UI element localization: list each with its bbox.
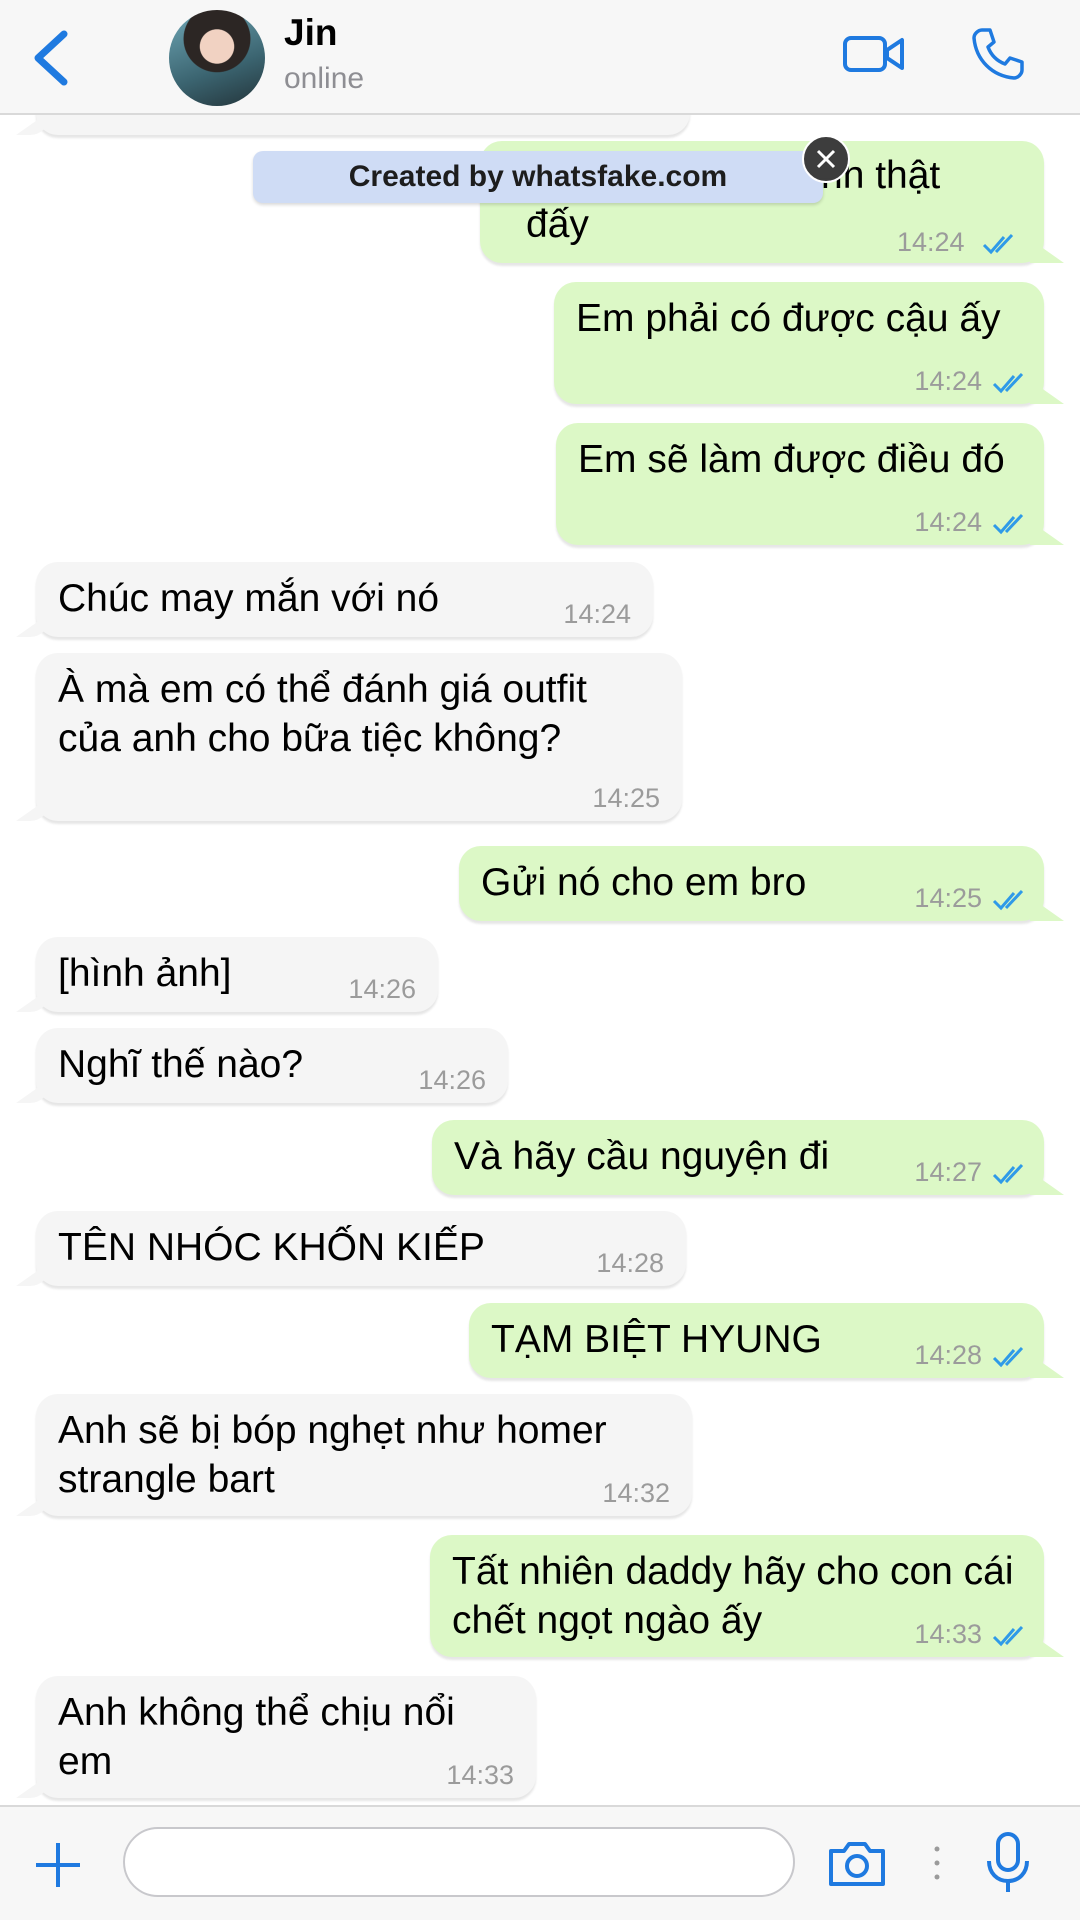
message-time: 14:28 [596,1248,664,1278]
message-meta: 14:27 [914,1157,1030,1187]
double-check-icon [983,233,1014,255]
close-icon[interactable] [802,135,850,183]
message-text: TÊN NHÓC KHỐN KIẾP [58,1226,485,1269]
message-meta: 14:33 [914,1619,1030,1649]
message-bubble-outgoing[interactable]: Và hãy cầu nguyện đi 14:27 [432,1120,1044,1195]
message-text: Anh không thể chịu nổi em [58,1691,455,1783]
plus-icon[interactable] [34,1837,82,1893]
message-list[interactable]: nh thật đấy 14:24 Em phải có được cậu ấy… [0,115,1080,1805]
message-bubble-incoming[interactable]: Nghĩ thế nào? 14:26 [36,1028,508,1103]
message-bubble-incoming[interactable]: Chúc may mắn với nó 14:24 [36,562,653,637]
message-time: 14:26 [418,1065,486,1095]
contact-name[interactable]: Jin [284,12,337,54]
message-meta: 14:32 [602,1478,670,1508]
message-time: 14:25 [592,783,660,813]
message-time: 14:25 [914,883,982,913]
double-check-icon [992,513,1024,535]
message-text: Chúc may mắn với nó [58,577,440,620]
double-check-icon [992,1163,1024,1185]
message-meta: 14:25 [914,883,1030,913]
message-meta: 14:26 [418,1065,486,1095]
phone-icon[interactable] [970,26,1026,82]
message-meta: 14:24 [563,599,631,629]
double-check-icon [992,889,1024,911]
message-time: 14:24 [914,507,982,537]
message-meta: 14:25 [592,783,660,813]
avatar[interactable] [169,10,265,106]
microphone-icon[interactable] [985,1831,1031,1895]
message-bubble-outgoing[interactable]: Em sẽ làm được điều đó 14:24 [556,423,1044,545]
watermark-banner: Created by whatsfake.com [253,151,823,203]
message-time: 14:24 [563,599,631,629]
message-bubble-outgoing[interactable]: TẠM BIỆT HYUNG 14:28 [469,1303,1044,1378]
message-bubble-incoming[interactable]: [hình ảnh] 14:26 [36,937,438,1012]
message-meta: 14:24 [897,227,1020,257]
composer-bar [0,1805,1080,1920]
message-meta: 14:33 [446,1760,514,1790]
message-time: 14:33 [446,1760,514,1790]
message-time: 14:24 [914,366,982,396]
camera-icon[interactable] [826,1839,888,1889]
message-bubble-outgoing[interactable]: Em phải có được cậu ấy 14:24 [554,282,1044,404]
message-text: Anh sẽ bị bóp nghẹt như homer strangle b… [58,1409,607,1501]
message-bubble-incoming[interactable]: TÊN NHÓC KHỐN KIẾP 14:28 [36,1211,686,1286]
message-text: Em sẽ làm được điều đó [578,438,1005,481]
separator-dots [934,1846,940,1880]
chat-header: Jin online [0,0,1080,115]
message-text: Em phải có được cậu ấy [576,297,1001,340]
message-time: 14:32 [602,1478,670,1508]
double-check-icon [992,1625,1024,1647]
message-meta: 14:28 [914,1340,1030,1370]
message-meta: 14:24 [914,366,1030,396]
message-bubble-outgoing[interactable]: Tất nhiên daddy hãy cho con cái chết ngọ… [430,1535,1044,1657]
message-meta: 14:28 [596,1248,664,1278]
message-bubble-incoming[interactable]: À mà em có thể đánh giá outfit của anh c… [36,653,682,821]
contact-status: online [284,62,365,95]
message-meta: 14:24 [914,507,1030,537]
message-input[interactable] [123,1827,795,1897]
message-time: 14:33 [914,1619,982,1649]
double-check-icon [992,1346,1024,1368]
message-bubble-incoming[interactable]: Anh không thể chịu nổi em 14:33 [36,1676,536,1798]
back-icon[interactable] [26,28,76,88]
message-time: 14:28 [914,1340,982,1370]
message-text: À mà em có thể đánh giá outfit của anh c… [58,668,587,760]
message-meta: 14:26 [348,974,416,1004]
message-bubble-incoming[interactable] [36,115,690,135]
message-time: 14:27 [914,1157,982,1187]
message-time: 14:26 [348,974,416,1004]
message-bubble-outgoing[interactable]: Gửi nó cho em bro 14:25 [459,846,1044,921]
double-check-icon [992,372,1024,394]
message-bubble-incoming[interactable]: Anh sẽ bị bóp nghẹt như homer strangle b… [36,1394,692,1516]
message-text: đấy [526,203,589,246]
video-call-icon[interactable] [842,30,906,78]
message-time: 14:24 [897,227,965,257]
